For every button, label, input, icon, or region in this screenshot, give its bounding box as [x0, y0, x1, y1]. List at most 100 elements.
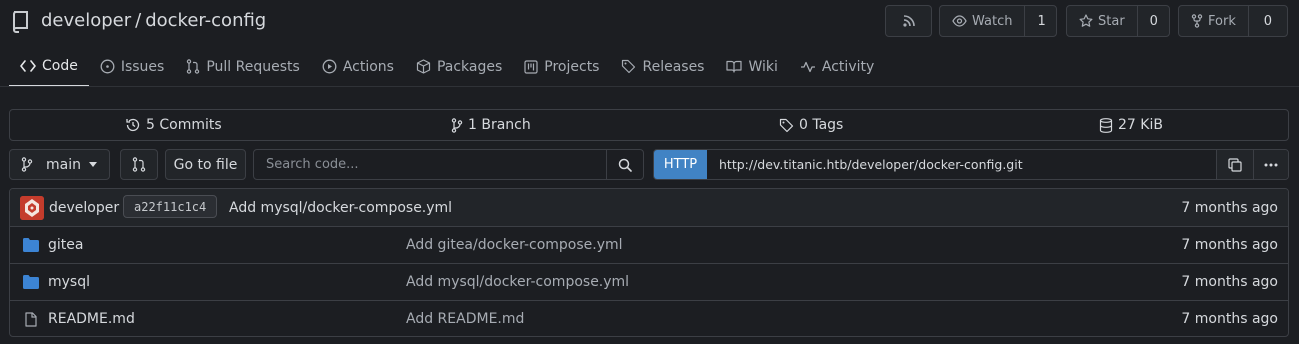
package-icon [416, 59, 431, 74]
commit-sha-label[interactable]: a22f11c1c4 [123, 195, 218, 218]
tab-actions-label: Actions [342, 58, 394, 75]
tab-releases-label: Releases [642, 58, 705, 75]
tab-activity-label: Activity [821, 58, 875, 75]
file-name-link[interactable]: README.md [48, 311, 135, 327]
rss-icon [886, 6, 931, 36]
repo-size: 27 KiB [1118, 117, 1163, 133]
tab-pull-requests-label: Pull Requests [206, 58, 300, 75]
database-icon [1099, 117, 1113, 133]
watch-button[interactable]: Watch 1 [939, 5, 1057, 37]
search-button[interactable] [606, 150, 643, 179]
folder-icon [23, 275, 39, 289]
clone-protocol-button[interactable]: HTTP [654, 150, 707, 179]
star-icon [1079, 14, 1093, 28]
copy-url-button[interactable] [1216, 150, 1253, 179]
file-age: 7 months ago [1181, 237, 1278, 253]
file-row[interactable]: gitea Add gitea/docker-compose.yml 7 mon… [10, 226, 1288, 263]
file-table: developer a22f11c1c4 Add mysql/docker-co… [9, 188, 1289, 337]
file-commit-message[interactable]: Add mysql/docker-compose.yml [406, 274, 629, 290]
branch-icon [451, 117, 463, 133]
code-icon [20, 59, 36, 72]
pulse-icon [800, 61, 816, 73]
tab-projects-label: Projects [544, 58, 600, 75]
compare-button[interactable] [120, 149, 158, 180]
commits-count: 5 Commits [146, 117, 222, 133]
star-count[interactable]: 0 [1136, 6, 1170, 36]
copy-icon [1228, 157, 1242, 172]
search-input[interactable] [254, 150, 606, 179]
file-age: 7 months ago [1181, 274, 1278, 290]
repo-name-link[interactable]: docker-config [145, 10, 266, 31]
star-button[interactable]: Star 0 [1066, 5, 1170, 37]
eye-icon [952, 15, 967, 27]
tab-pull-requests[interactable]: Pull Requests [175, 46, 310, 87]
more-options-button[interactable] [1253, 150, 1288, 179]
tab-packages[interactable]: Packages [405, 46, 513, 87]
watch-count[interactable]: 1 [1024, 6, 1057, 36]
branch-icon [21, 157, 33, 172]
fork-button[interactable]: Fork 0 [1178, 5, 1288, 37]
repo-tabs: Code Issues Pull Requests Actions Packag… [9, 46, 885, 87]
repo-title: developer / docker-config [41, 10, 266, 31]
branch-selector[interactable]: main [9, 149, 110, 180]
commit-age: 7 months ago [1181, 199, 1278, 216]
pull-request-icon [186, 59, 200, 74]
repo-stats-bar: 5 Commits 1 Branch 0 Tags 27 KiB [9, 109, 1289, 141]
folder-icon [23, 238, 39, 252]
repo-owner-link[interactable]: developer [41, 10, 131, 31]
go-to-file-button[interactable]: Go to file [165, 149, 246, 180]
tab-wiki-label: Wiki [748, 58, 778, 75]
clone-url-box: HTTP http://dev.titanic.htb/developer/do… [653, 149, 1289, 180]
file-age: 7 months ago [1181, 311, 1278, 327]
fork-label: Fork [1208, 13, 1236, 29]
project-icon [524, 59, 538, 74]
chevron-down-icon [88, 162, 97, 167]
repo-icon [11, 11, 29, 33]
tags-stat[interactable]: 0 Tags [779, 110, 843, 140]
tab-issues-label: Issues [120, 58, 165, 75]
watch-part[interactable]: Watch [940, 6, 1024, 36]
fork-count[interactable]: 0 [1247, 6, 1287, 36]
tab-divider [0, 86, 1299, 87]
watch-label: Watch [972, 13, 1013, 29]
tab-issues[interactable]: Issues [89, 46, 176, 87]
tab-activity[interactable]: Activity [789, 46, 885, 87]
tab-code[interactable]: Code [9, 46, 89, 87]
file-commit-message[interactable]: Add gitea/docker-compose.yml [406, 237, 623, 253]
go-to-file-label: Go to file [173, 156, 238, 173]
tags-count: 0 Tags [799, 117, 844, 133]
file-row[interactable]: mysql Add mysql/docker-compose.yml 7 mon… [10, 263, 1288, 300]
file-name-link[interactable]: mysql [48, 274, 90, 290]
file-name-link[interactable]: gitea [48, 237, 83, 253]
latest-commit-row: developer a22f11c1c4 Add mysql/docker-co… [10, 189, 1288, 226]
rss-button[interactable] [885, 5, 932, 37]
tab-projects[interactable]: Projects [513, 46, 610, 87]
clone-url-field[interactable]: http://dev.titanic.htb/developer/docker-… [707, 150, 1216, 179]
file-row[interactable]: README.md Add README.md 7 months ago [10, 300, 1288, 336]
fork-part[interactable]: Fork [1179, 6, 1248, 36]
commits-stat[interactable]: 5 Commits [125, 110, 222, 140]
tag-icon [779, 118, 794, 133]
history-icon [125, 117, 141, 133]
fork-icon [1191, 14, 1203, 28]
size-stat: 27 KiB [1099, 110, 1163, 140]
kebab-horizontal-icon [1264, 163, 1278, 167]
tab-code-label: Code [42, 57, 78, 74]
play-icon [322, 59, 337, 74]
tag-icon [621, 59, 636, 74]
pull-request-icon [132, 157, 146, 172]
commit-message[interactable]: Add mysql/docker-compose.yml [229, 200, 452, 216]
tab-releases[interactable]: Releases [610, 46, 715, 87]
tab-wiki[interactable]: Wiki [715, 46, 788, 87]
book-icon [726, 60, 743, 73]
tab-packages-label: Packages [436, 58, 503, 75]
issue-icon [100, 59, 115, 74]
tab-actions[interactable]: Actions [311, 46, 405, 87]
title-separator: / [135, 10, 142, 31]
branches-count: 1 Branch [468, 117, 531, 133]
branches-stat[interactable]: 1 Branch [451, 110, 531, 140]
avatar[interactable] [20, 196, 44, 220]
star-part[interactable]: Star [1067, 6, 1137, 36]
file-commit-message[interactable]: Add README.md [406, 311, 524, 327]
commit-author[interactable]: developer [49, 200, 119, 216]
